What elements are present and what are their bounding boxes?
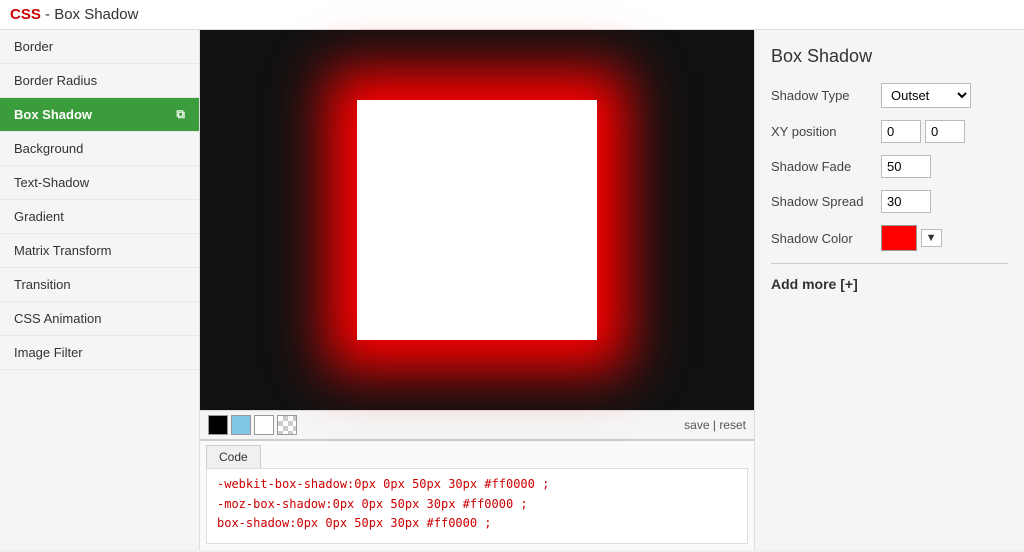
shadow-spread-row: Shadow Spread [771,190,1008,213]
sidebar-item-background[interactable]: Background [0,132,199,166]
copy-icon[interactable]: ⧉ [176,107,185,122]
shadow-type-row: Shadow Type Outset Inset [771,83,1008,108]
shadow-fade-label: Shadow Fade [771,159,881,174]
swatch-checker[interactable] [277,415,297,435]
sidebar-item-gradient[interactable]: Gradient [0,200,199,234]
title-page: Box Shadow [54,6,138,23]
shadow-fade-row: Shadow Fade [771,155,1008,178]
code-content: -webkit-box-shadow:0px 0px 50px 30px #ff… [206,468,748,544]
code-line-moz: -moz-box-shadow:0px 0px 50px 30px #ff000… [217,495,737,514]
code-line-webkit: -webkit-box-shadow:0px 0px 50px 30px #ff… [217,475,737,494]
save-reset-controls: save | reset [684,418,746,432]
title-css: CSS [10,6,41,23]
sidebar-item-image-filter[interactable]: Image Filter [0,336,199,370]
code-line-standard: box-shadow:0px 0px 50px 30px #ff0000 ; [217,514,737,533]
xy-y-input[interactable] [925,120,965,143]
controls-title: Box Shadow [771,46,1008,67]
swatch-black[interactable] [208,415,228,435]
shadow-type-input[interactable]: Outset Inset [881,83,971,108]
shadow-box [357,100,597,340]
add-more-button[interactable]: Add more [+] [771,276,1008,292]
shadow-spread-field[interactable] [881,190,931,213]
shadow-color-row: Shadow Color ▼ [771,225,1008,251]
sidebar-item-transition[interactable]: Transition [0,268,199,302]
code-tab[interactable]: Code [206,445,261,468]
shadow-spread-label: Shadow Spread [771,194,881,209]
shadow-fade-field[interactable] [881,155,931,178]
code-panel: Code -webkit-box-shadow:0px 0px 50px 30p… [200,439,754,550]
bg-swatches [208,415,297,435]
swatch-white[interactable] [254,415,274,435]
sidebar-item-text-shadow[interactable]: Text-Shadow [0,166,199,200]
sidebar-item-border[interactable]: Border [0,30,199,64]
sidebar-item-matrix-transform[interactable]: Matrix Transform [0,234,199,268]
xy-position-row: XY position [771,120,1008,143]
shadow-type-label: Shadow Type [771,88,881,103]
sidebar-item-border-radius[interactable]: Border Radius [0,64,199,98]
reset-link[interactable]: reset [719,418,746,432]
shadow-type-select[interactable]: Outset Inset [881,83,971,108]
sidebar-item-box-shadow[interactable]: Box Shadow ⧉ [0,98,199,132]
shadow-color-swatch[interactable] [881,225,917,251]
xy-x-input[interactable] [881,120,921,143]
color-dropdown-arrow[interactable]: ▼ [921,229,942,247]
separator: | [710,418,720,432]
sidebar-item-css-animation[interactable]: CSS Animation [0,302,199,336]
save-link[interactable]: save [684,418,709,432]
xy-position-label: XY position [771,124,881,139]
divider [771,263,1008,264]
shadow-spread-input[interactable] [881,190,931,213]
center-panel: save | reset Code -webkit-box-shadow:0px… [200,30,754,550]
swatch-lightblue[interactable] [231,415,251,435]
page-title: CSS - Box Shadow [0,0,1024,30]
preview-toolbar: save | reset [200,410,754,439]
right-panel: Box Shadow Shadow Type Outset Inset XY p… [754,30,1024,550]
shadow-fade-input[interactable] [881,155,931,178]
title-separator: - [41,6,54,23]
shadow-color-label: Shadow Color [771,231,881,246]
sidebar: Border Border Radius Box Shadow ⧉ Backgr… [0,30,200,550]
shadow-color-input: ▼ [881,225,942,251]
xy-position-input [881,120,965,143]
preview-area [200,30,754,410]
